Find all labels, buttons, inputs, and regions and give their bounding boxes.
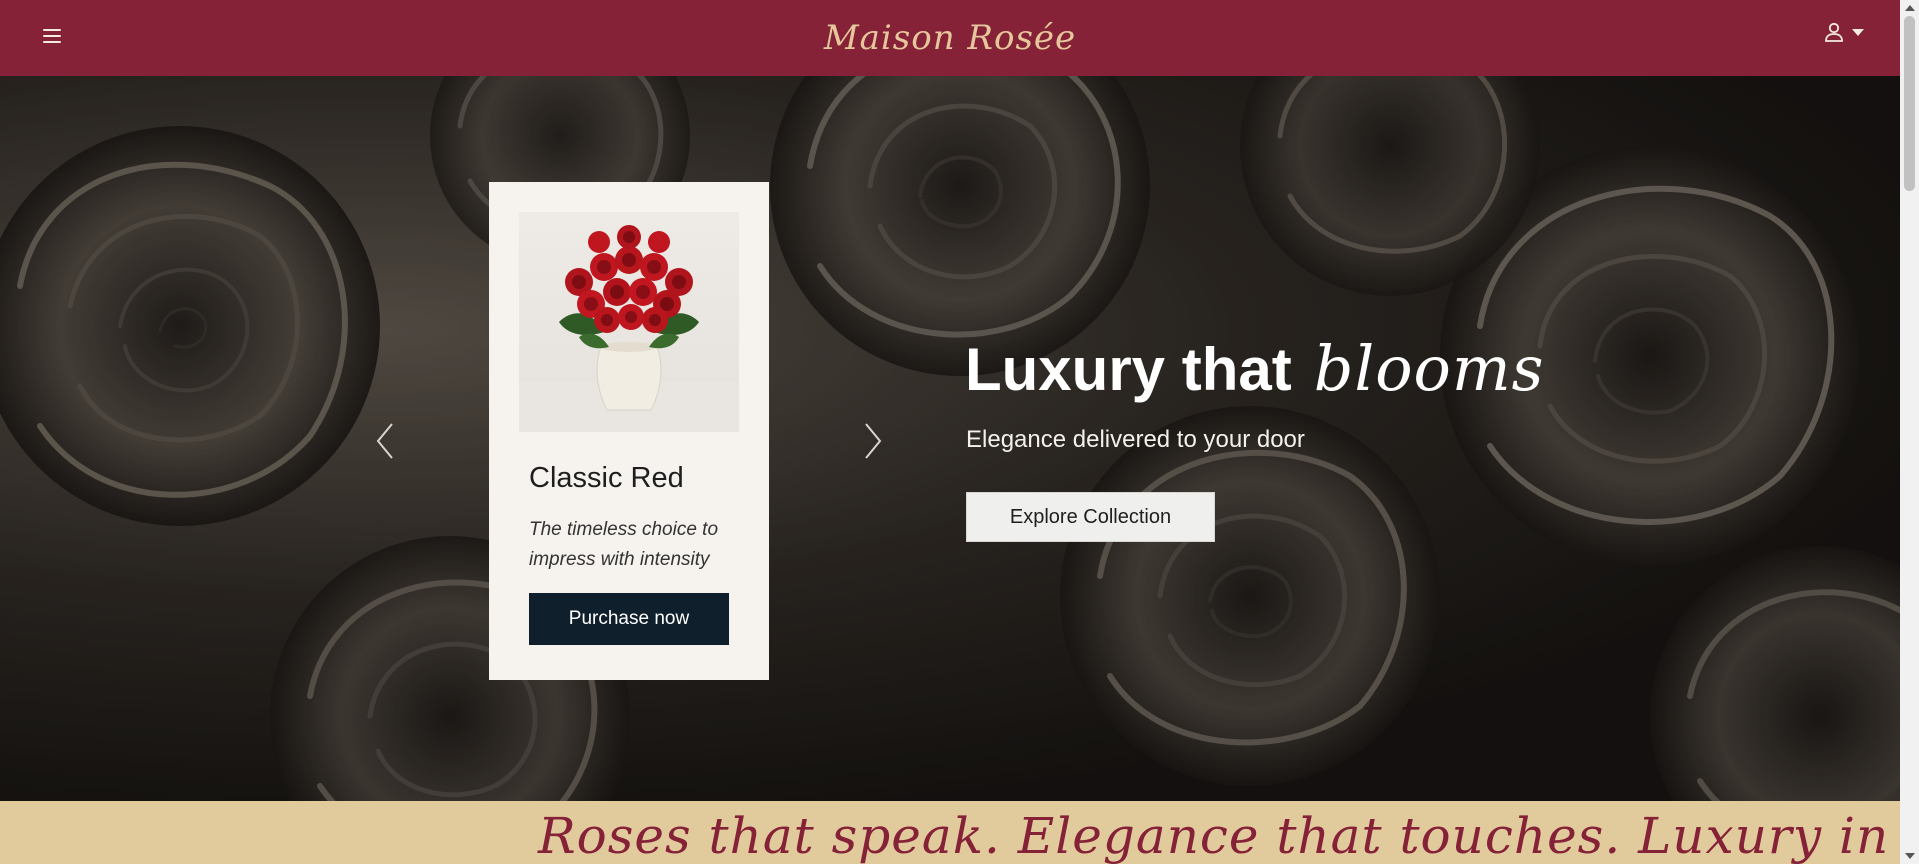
hero-carousel: Classic Red The timeless choice to impre… — [0, 76, 1900, 801]
hero-tagline: Elegance delivered to your door — [966, 426, 1305, 453]
chevron-left-icon — [376, 423, 393, 459]
roses-background-image — [0, 76, 1900, 801]
product-title: Classic Red — [529, 462, 684, 494]
page-scrollbar[interactable] — [1900, 0, 1919, 864]
scrollbar-thumb[interactable] — [1904, 16, 1915, 191]
slogan-text: Roses that speak. Elegance that touches.… — [538, 807, 1900, 864]
product-image[interactable] — [519, 212, 739, 432]
user-account-menu[interactable] — [1824, 22, 1864, 42]
caret-down-icon — [1852, 28, 1864, 36]
brand-logo[interactable]: Maison Rosée — [824, 18, 1076, 58]
top-navbar: Maison Rosée — [0, 0, 1900, 76]
product-card: Classic Red The timeless choice to impre… — [489, 182, 769, 680]
scroll-up-arrow-icon[interactable] — [1905, 5, 1915, 11]
slogan-strip: Roses that speak. Elegance that touches.… — [0, 801, 1900, 864]
scroll-down-arrow-icon[interactable] — [1905, 853, 1915, 859]
hero-headline: Luxury that blooms — [965, 332, 1544, 405]
hero-headline-main: Luxury that — [965, 336, 1292, 403]
hamburger-menu-icon[interactable] — [40, 24, 64, 48]
purchase-now-button[interactable]: Purchase now — [529, 593, 729, 645]
user-icon — [1824, 22, 1844, 42]
carousel-next-button[interactable] — [858, 416, 888, 466]
hero-headline-script: blooms — [1313, 332, 1545, 405]
carousel-prev-button[interactable] — [370, 416, 400, 466]
chevron-right-icon — [865, 423, 882, 459]
explore-collection-button[interactable]: Explore Collection — [966, 492, 1215, 542]
product-description: The timeless choice to impress with inte… — [529, 519, 719, 570]
